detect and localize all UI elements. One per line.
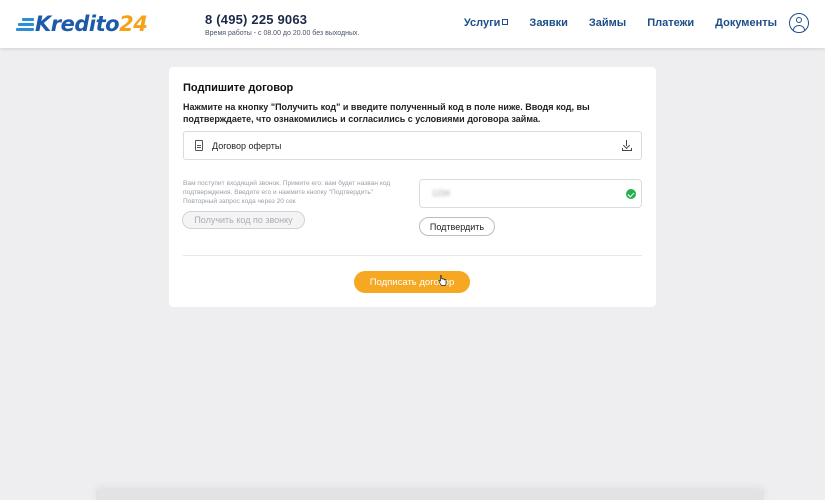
sign-contract-button[interactable]: Подписать договор [354,271,470,293]
nav-item-applications[interactable]: Заявки [529,17,567,29]
main-nav: Услуги Заявки Займы Платежи Документы [464,17,777,29]
phone-number[interactable]: 8 (495) 225 9063 [205,12,359,27]
contract-document-row[interactable]: Договор оферты [183,131,642,160]
call-info-text: Вам поступит входящий звонок. Примите ег… [183,180,391,196]
download-icon[interactable] [622,140,632,151]
logo-lines-icon [16,17,34,31]
hand-cursor-icon [438,275,447,286]
repeat-timer-text: Повторный запрос кода через 20 сек [183,198,296,205]
logo[interactable]: Kredito24 [16,11,148,37]
sign-contract-card: Подпишите договор Нажмите на кнопку "Пол… [169,67,656,307]
logo-text: Kredito24 [35,12,148,36]
footer-edge [96,490,764,500]
code-value: 1234 [432,189,450,198]
nav-item-loans[interactable]: Займы [589,17,626,29]
get-code-by-call-button[interactable]: Получить код по звонку [182,211,305,229]
header: Kredito24 8 (495) 225 9063 Время работы … [0,0,825,48]
working-hours: Время работы - с 08.00 до 20.00 без выхо… [205,30,360,37]
nav-item-payments[interactable]: Платежи [647,17,694,29]
file-icon [195,140,203,151]
page-title: Подпишите договор [183,82,294,94]
code-input[interactable]: 1234 [419,179,642,208]
instructions-text: Нажмите на кнопку "Получить код" и введи… [183,102,590,124]
user-icon[interactable] [789,13,809,33]
external-link-icon [502,19,509,25]
nav-item-services[interactable]: Услуги [464,17,509,29]
divider [183,255,642,256]
contact-block: 8 (495) 225 9063 Время работы - с 08.00 … [205,12,359,37]
confirm-button[interactable]: Подтвердить [419,217,495,236]
nav-item-documents[interactable]: Документы [715,17,777,29]
check-circle-icon [626,189,636,199]
document-label: Договор оферты [212,141,282,151]
